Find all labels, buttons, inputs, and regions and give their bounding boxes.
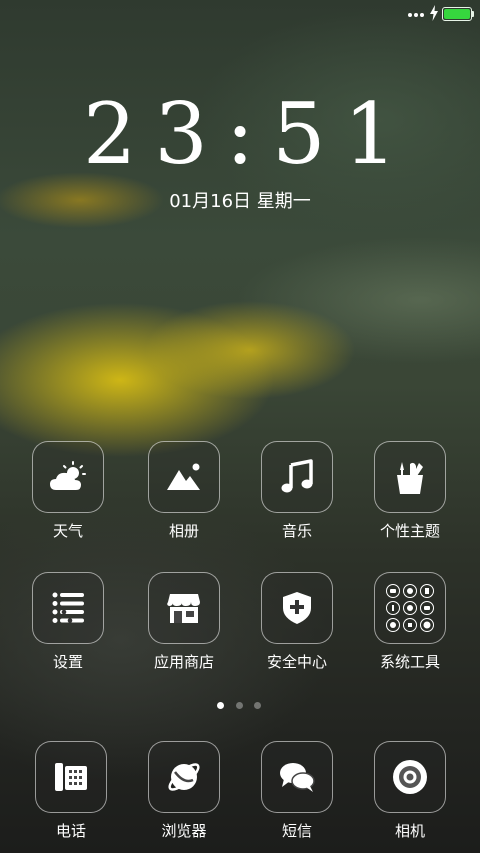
- sms-icon: [280, 763, 315, 792]
- app-label: 天气: [52, 522, 83, 540]
- app-settings[interactable]: 设置: [18, 572, 118, 682]
- dock-camera[interactable]: 相机: [360, 741, 460, 851]
- themes-icon: [397, 462, 423, 494]
- page-dot: [236, 702, 243, 709]
- dock-browser[interactable]: 浏览器: [134, 741, 234, 851]
- tools-folder-icon: [386, 584, 434, 632]
- app-label: 系统工具: [379, 653, 440, 671]
- battery-icon: [442, 7, 474, 21]
- camera-icon: [393, 760, 427, 794]
- dock-sms[interactable]: 短信: [247, 741, 347, 851]
- app-tools-folder[interactable]: 系统工具: [360, 572, 460, 682]
- app-store[interactable]: 应用商店: [134, 572, 234, 682]
- app-label: 个性主题: [379, 522, 440, 540]
- app-label: 浏览器: [161, 822, 207, 840]
- app-label: 相册: [168, 522, 199, 540]
- shield-icon: [283, 592, 311, 624]
- page-dot-active: [217, 702, 224, 709]
- page-dot: [254, 702, 261, 709]
- app-gallery[interactable]: 相册: [134, 441, 234, 551]
- app-security[interactable]: 安全中心: [247, 572, 347, 682]
- app-label: 应用商店: [153, 653, 214, 671]
- app-themes[interactable]: 个性主题: [360, 441, 460, 551]
- lockscreen-date: 01月16日 星期一: [169, 191, 311, 212]
- app-label: 音乐: [281, 522, 312, 540]
- app-label: 相机: [394, 822, 425, 840]
- phone-icon: [55, 763, 87, 791]
- charging-bolt-icon: [430, 5, 438, 21]
- status-bar: [0, 0, 480, 28]
- dock-phone[interactable]: 电话: [21, 741, 121, 851]
- app-weather[interactable]: 天气: [18, 441, 118, 551]
- app-label: 电话: [55, 822, 86, 840]
- store-icon: [167, 594, 200, 623]
- more-dots-icon: [408, 13, 424, 17]
- gallery-icon: [167, 463, 200, 490]
- page-indicator: [217, 702, 263, 710]
- app-label: 设置: [52, 653, 83, 671]
- app-label: 短信: [281, 822, 312, 840]
- settings-list-icon: [52, 592, 84, 623]
- weather-icon: [50, 461, 86, 490]
- browser-icon: [168, 763, 200, 791]
- music-note-icon: [281, 459, 313, 493]
- app-music[interactable]: 音乐: [247, 441, 347, 551]
- app-label: 安全中心: [266, 653, 327, 671]
- lockscreen-clock: 23:51: [82, 85, 416, 183]
